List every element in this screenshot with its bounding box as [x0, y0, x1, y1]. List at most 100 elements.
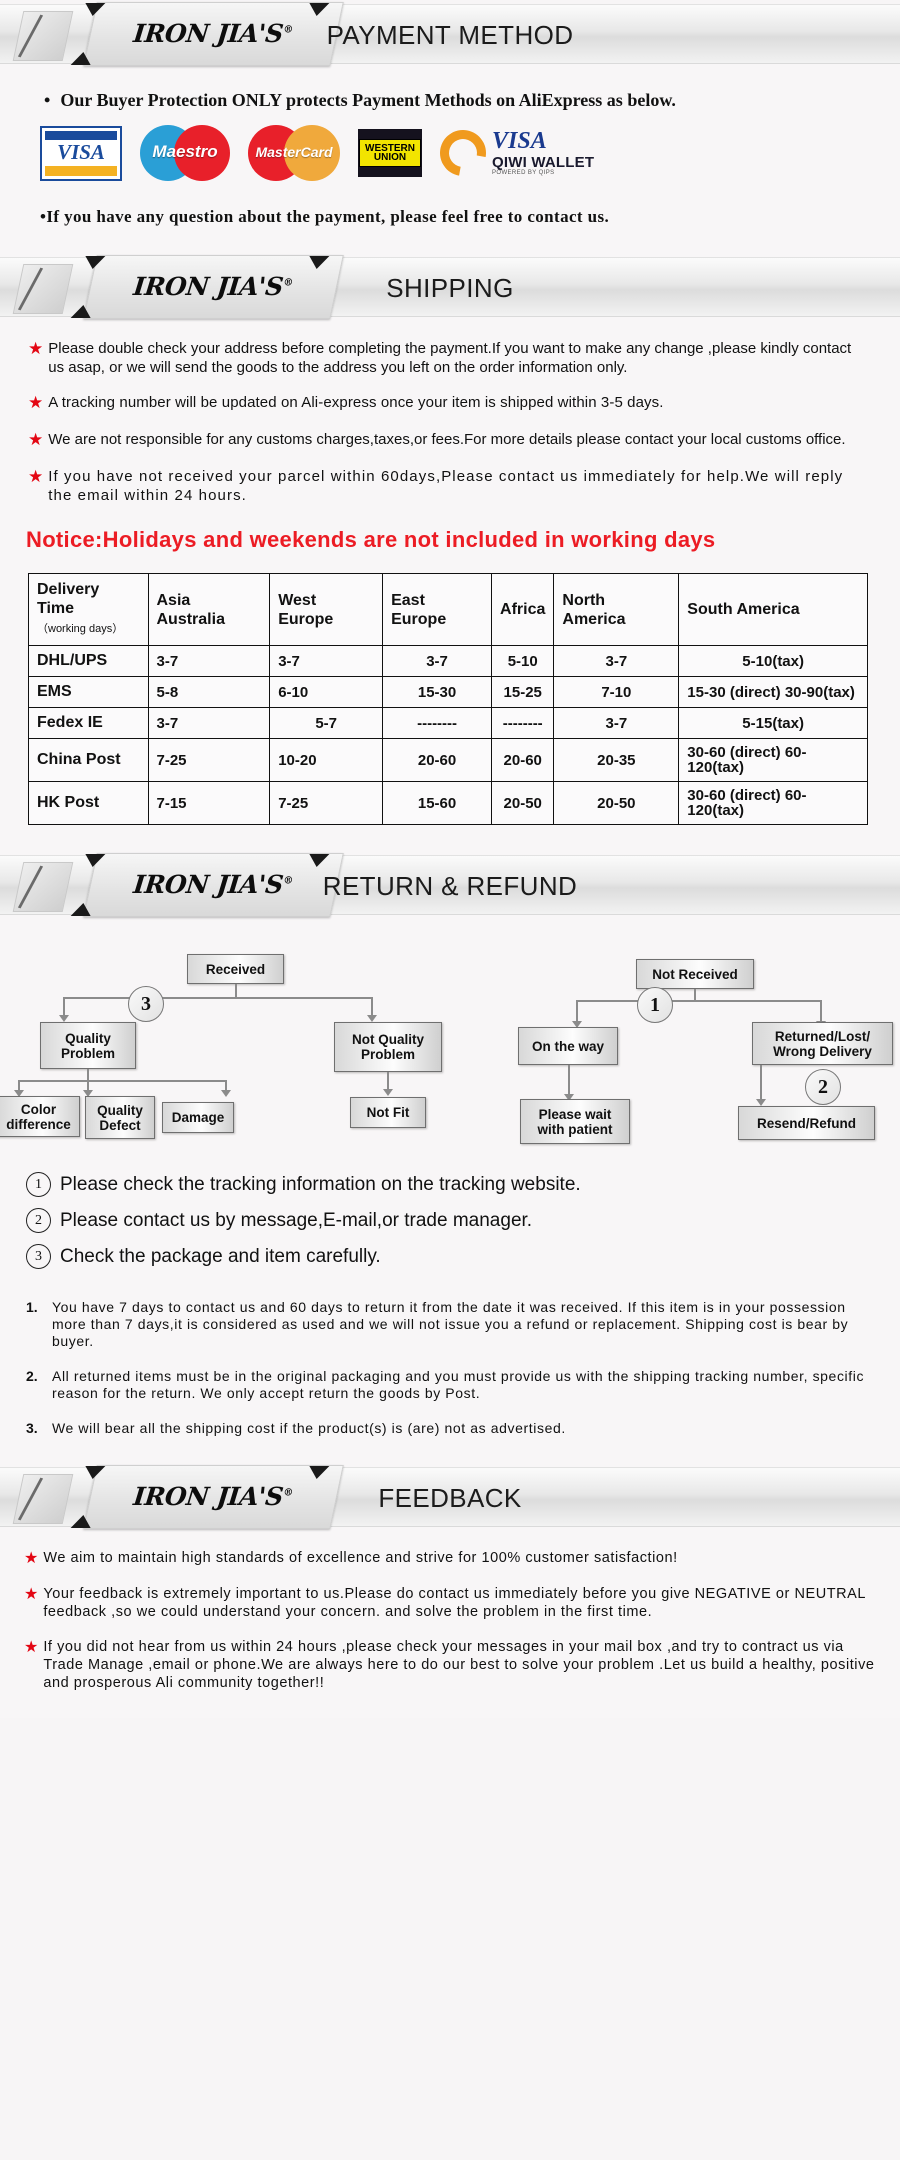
brand-logo: IRON JIA'S®: [86, 19, 339, 48]
star-icon: ★: [28, 339, 44, 358]
cell: 3-7: [147, 707, 271, 739]
brand-name: IRON JIA'S: [132, 1482, 285, 1511]
western-union-line2: UNION: [373, 152, 407, 163]
notch-top-right-icon: [306, 3, 330, 16]
maestro-label: Maestro: [152, 142, 218, 161]
cell: 20-60: [382, 738, 493, 782]
policy-number: 2.: [26, 1368, 38, 1384]
notch-top-left-icon: [82, 256, 106, 269]
cell: 7-25: [147, 738, 271, 782]
flow-line: [576, 1000, 822, 1002]
table-row: DHL/UPS 3-7 3-7 3-7 5-10 3-7 5-10(tax): [28, 645, 868, 677]
cell: 7-15: [147, 781, 271, 825]
row-method-hk-post: HK Post: [28, 781, 149, 825]
flow-not-quality-problem-box: Not Quality Problem: [334, 1022, 442, 1072]
flow-received-box: Received: [187, 954, 284, 984]
cell: 3-7: [553, 645, 680, 677]
shipping-bullet-text: Please double check your address before …: [48, 340, 852, 376]
feedback-bullet-text: Your feedback is extremely important to …: [43, 1586, 866, 1620]
header-west-europe: West Europe: [269, 573, 384, 646]
return-section-banner: IRON JIA'S® RETURN & REFUND: [0, 853, 900, 917]
cell: 20-50: [491, 781, 555, 825]
cell: 5-15(tax): [678, 707, 868, 739]
header-africa: Africa: [491, 573, 555, 646]
flow-arrow-icon: [221, 1090, 231, 1097]
flow-line: [63, 997, 373, 999]
qiwi-q-icon: [430, 120, 496, 186]
cell: 20-50: [553, 781, 680, 825]
bullet-dot-icon: •: [44, 90, 51, 110]
star-icon: ★: [28, 393, 44, 412]
policy-number: 1.: [26, 1299, 38, 1315]
flow-please-wait-box: Please wait with patient: [520, 1099, 630, 1144]
header-asia-australia: Asia Australia: [147, 573, 271, 646]
cell: 3-7: [147, 645, 271, 677]
flow-line: [760, 1065, 762, 1103]
flow-arrow-icon: [756, 1099, 766, 1106]
row-method-china-post: China Post: [28, 738, 149, 782]
row-method-fedex-ie: Fedex IE: [28, 707, 149, 739]
notch-top-left-icon: [82, 1466, 106, 1479]
flow-on-the-way-box: On the way: [518, 1027, 618, 1065]
flow-resend-refund-box: Resend/Refund: [738, 1106, 875, 1140]
cell: 3-7: [553, 707, 680, 739]
return-policy-item: 1. You have 7 days to contact us and 60 …: [0, 1299, 900, 1350]
brand-name: IRON JIA'S: [132, 870, 285, 899]
holiday-notice: Notice:Holidays and weekends are not inc…: [26, 527, 716, 552]
notch-bottom-left-icon: [70, 305, 94, 318]
row-method-ems: EMS: [28, 676, 149, 708]
star-icon: ★: [24, 1550, 39, 1567]
header-east-europe: East Europe: [382, 573, 493, 646]
qiwi-text: VISA QIWI WALLET POWERED BY QIPS: [492, 129, 594, 177]
policy-text: All returned items must be in the origin…: [52, 1368, 865, 1401]
flow-arrow-icon: [367, 1015, 377, 1022]
brand-name: IRON JIA'S: [132, 19, 285, 48]
notch-top-right-icon: [306, 256, 330, 269]
cell: 5-10(tax): [678, 645, 868, 677]
return-note: 1 Please check the tracking information …: [0, 1172, 900, 1197]
registered-icon: ®: [282, 277, 294, 289]
table-row: EMS 5-8 6-10 15-30 15-25 7-10 15-30 (dir…: [28, 676, 868, 708]
cell: 5-10: [491, 645, 555, 677]
flow-badge-1: 1: [637, 987, 673, 1023]
cell: 30-60 (direct) 60-120(tax): [678, 781, 868, 825]
payment-section-banner: IRON JIA'S® PAYMENT METHOD: [0, 2, 900, 66]
flow-line: [568, 1065, 570, 1097]
mastercard-logo: MasterCard: [248, 125, 340, 181]
visa-logo: VISA: [40, 125, 122, 181]
shipping-bullet-text: We are not responsible for any customs c…: [48, 431, 846, 448]
flow-arrow-icon: [59, 1015, 69, 1022]
flow-quality-problem-box: Quality Problem: [40, 1022, 136, 1069]
header-delivery-time-label: Delivery Time: [37, 581, 100, 617]
flow-line: [235, 984, 237, 998]
cell: 3-7: [382, 645, 493, 677]
table-row: China Post 7-25 10-20 20-60 20-60 20-35 …: [28, 738, 868, 782]
shipping-bullet: ★ A tracking number will be updated on A…: [0, 393, 900, 412]
feedback-section-banner: IRON JIA'S® FEEDBACK: [0, 1465, 900, 1529]
payment-bullet-1: • Our Buyer Protection ONLY protects Paym…: [0, 64, 900, 111]
note-text: Check the package and item carefully.: [60, 1245, 381, 1267]
notch-bottom-left-icon: [70, 52, 94, 65]
shipping-bullet: ★ We are not responsible for any customs…: [0, 430, 900, 449]
registered-icon: ®: [282, 1487, 294, 1499]
flow-returned-lost-box: Returned/Lost/ Wrong Delivery: [752, 1022, 893, 1065]
cell: 7-25: [269, 781, 384, 825]
cell: 20-60: [491, 738, 555, 782]
cell: 30-60 (direct) 60-120(tax): [678, 738, 868, 782]
note-number: 3: [26, 1244, 51, 1269]
shipping-bullet-text: If you have not received your parcel wit…: [48, 468, 844, 504]
notch-top-right-icon: [306, 1466, 330, 1479]
western-union-logo: WESTERN UNION: [358, 129, 422, 177]
flow-arrow-icon: [383, 1089, 393, 1096]
delivery-time-table: Delivery Time （working days） Asia Austra…: [28, 573, 868, 825]
registered-icon: ®: [282, 24, 294, 36]
cell: 3-7: [269, 645, 384, 677]
notch-top-left-icon: [82, 3, 106, 16]
flow-badge-3: 3: [128, 986, 164, 1022]
cell: 15-60: [382, 781, 493, 825]
cell: 15-30 (direct) 30-90(tax): [678, 676, 868, 708]
shipping-bullet: ★ Please double check your address befor…: [0, 339, 900, 377]
return-policy-item: 3. We will bear all the shipping cost if…: [0, 1420, 900, 1437]
mastercard-label: MasterCard: [255, 144, 333, 160]
